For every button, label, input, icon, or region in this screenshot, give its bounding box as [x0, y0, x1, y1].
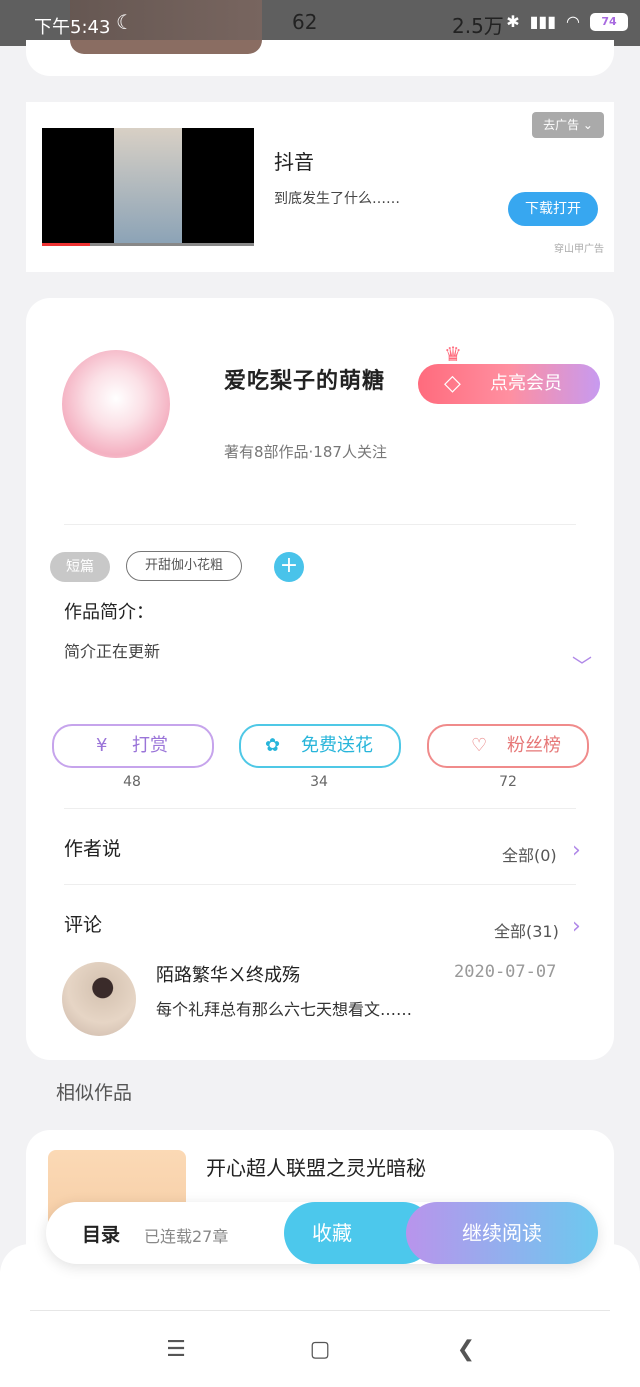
moon-icon: ☾	[116, 10, 134, 34]
fans-ranking-label: 粉丝榜	[507, 735, 561, 756]
author-avatar[interactable]	[62, 350, 170, 458]
menu-icon[interactable]: ☰	[156, 1332, 196, 1368]
comment-date: 2020-07-07	[454, 962, 557, 982]
intro-heading: 作品简介：	[64, 602, 154, 623]
author-stats: 著有8部作品·187人关注	[224, 443, 387, 461]
status-time: 下午5:43	[34, 17, 111, 38]
genre-tag[interactable]: 短篇	[50, 552, 110, 582]
chevron-right-icon[interactable]: ›	[572, 838, 581, 863]
send-flower-button[interactable]: ✿ 免费送花	[239, 724, 401, 768]
remove-ad-button[interactable]: 去广告 ⌄	[532, 112, 604, 138]
yen-icon: ¥	[96, 735, 108, 756]
continue-reading-button[interactable]: 继续阅读	[406, 1202, 598, 1264]
vip-button[interactable]: ◇ 点亮会员	[418, 364, 600, 404]
author-says-heading: 作者说	[64, 838, 122, 860]
divider	[64, 884, 576, 885]
flower-count: 34	[310, 774, 328, 790]
commenter-avatar[interactable]	[62, 962, 136, 1036]
book-info-card: 爱吃梨子的萌糖 著有8部作品·187人关注 ♛ ◇ 点亮会员 短篇 开甜伽小花粗…	[26, 298, 614, 1060]
ad-download-button[interactable]: 下载打开	[508, 192, 598, 226]
fans-count: 72	[499, 774, 517, 790]
chevron-down-icon[interactable]: ﹀	[572, 650, 592, 679]
bluetooth-icon: ✱	[506, 12, 520, 31]
user-heart-icon: ♡	[471, 735, 488, 756]
reading-action-bar: 目录 已连载27章 收藏 继续阅读	[46, 1202, 598, 1264]
previous-stat-number: 2.5万	[452, 14, 504, 38]
divider	[64, 524, 576, 525]
reward-label: 打赏	[132, 735, 168, 756]
battery-icon: 74	[590, 12, 628, 31]
commenter-name[interactable]: 陌路繁华ㄨ终成殇	[156, 961, 300, 987]
add-tag-button[interactable]: +	[274, 552, 304, 582]
similar-work-title[interactable]: 开心超人联盟之灵光暗秘	[206, 1152, 426, 1181]
flower-icon: ✿	[265, 735, 281, 756]
ad-video-frame	[114, 128, 182, 246]
diamond-icon: ◇	[444, 371, 461, 396]
chevron-right-icon[interactable]: ›	[572, 914, 581, 939]
previous-stat-number: 62	[292, 10, 318, 34]
table-of-contents-button[interactable]: 目录	[82, 1220, 120, 1247]
comment-text[interactable]: 每个礼拜总有那么六七天想看文……	[156, 996, 412, 1020]
send-flower-label: 免费送花	[301, 735, 373, 756]
comments-all-link[interactable]: 全部(31)	[494, 918, 559, 942]
intro-text: 简介正在更新	[64, 642, 161, 661]
comments-heading: 评论	[64, 914, 103, 936]
previous-cover-thumbnail	[70, 40, 262, 54]
author-says-all-link[interactable]: 全部(0)	[502, 842, 557, 866]
back-icon[interactable]: ❮	[446, 1332, 486, 1368]
vip-button-label: 点亮会员	[490, 373, 562, 394]
divider	[64, 808, 576, 809]
ad-video-thumbnail[interactable]	[42, 128, 254, 246]
book-tag[interactable]: 开甜伽小花粗	[126, 551, 242, 581]
chapter-count: 已连载27章	[144, 1227, 229, 1246]
ad-video-progress	[42, 243, 254, 246]
author-name[interactable]: 爱吃梨子的萌糖	[224, 363, 385, 395]
wifi-icon: ◠	[566, 12, 580, 31]
ad-banner[interactable]: 抖音 到底发生了什么…… 去广告 ⌄ 下载打开 穿山甲广告	[26, 102, 614, 272]
ad-description: 到底发生了什么……	[274, 191, 400, 207]
reward-button[interactable]: ¥ 打赏	[52, 724, 214, 768]
ad-title: 抖音	[274, 150, 314, 174]
similar-works-heading: 相似作品	[56, 1082, 133, 1104]
home-icon[interactable]: ▢	[300, 1332, 340, 1368]
divider	[30, 1310, 610, 1311]
crown-icon: ♛	[444, 342, 462, 366]
signal-icon: ▮▮▮	[529, 12, 557, 31]
ad-source-label: 穿山甲广告	[554, 244, 604, 255]
reward-count: 48	[123, 774, 141, 790]
fans-ranking-button[interactable]: ♡ 粉丝榜	[427, 724, 589, 768]
